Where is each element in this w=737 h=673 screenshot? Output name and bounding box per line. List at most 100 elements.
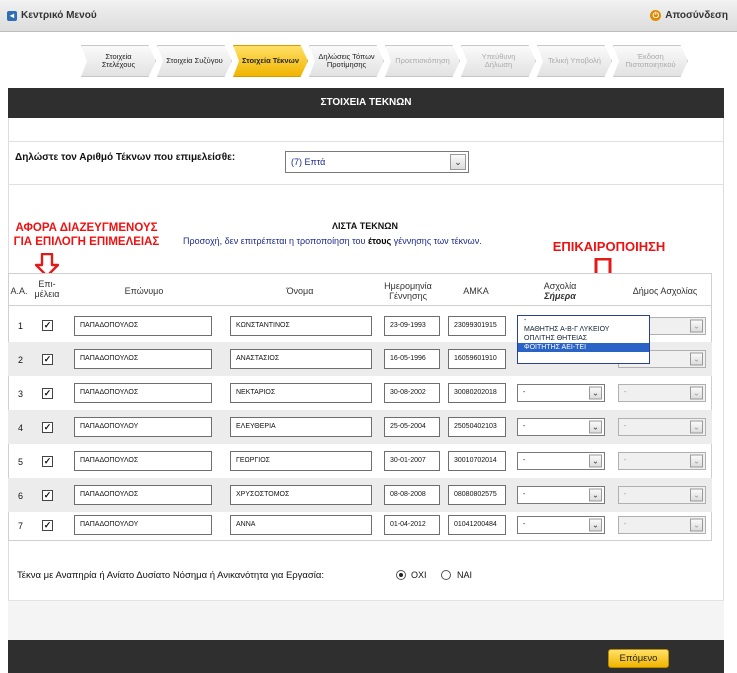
spacer-band xyxy=(8,600,724,640)
table-row: 6 ✓ ΠΑΠΑΔΟΠΟΥΛΟΣ ΧΡΥΣΟΣΤΟΜΟΣ 08-08-2008 … xyxy=(8,478,712,512)
divorced-note-line1: ΑΦΟΡΑ ΔΙΑΖΕΥΓΜΕΝΟΥΣ xyxy=(15,222,158,234)
chevron-down-icon: ⌄ xyxy=(690,386,703,400)
disability-yes-label: ΝΑΙ xyxy=(457,570,473,580)
col-birth-line2: Γέννησης xyxy=(389,291,427,301)
municipality-value: - xyxy=(624,423,627,430)
birthdate-input[interactable]: 01-04-2012 xyxy=(384,515,440,535)
municipality-value: - xyxy=(624,389,627,396)
surname-input[interactable]: ΠΑΠΑΔΟΠΟΥΛΟΣ xyxy=(74,451,212,471)
surname-input[interactable]: ΠΑΠΑΔΟΠΟΥΛΟΣ xyxy=(74,316,212,336)
col-custody-line2: μέλεια xyxy=(34,289,60,299)
row-number: 1 xyxy=(18,321,24,331)
occupation-dropdown-list: - ΜΑΘΗΤΗΣ Α-Β-Γ ΛΥΚΕΙΟΥ ΟΠΛΙΤΗΣ ΘΗΤΕΙΑΣ … xyxy=(517,315,650,364)
amka-input[interactable]: 01041200484 xyxy=(448,515,506,535)
children-count-label: Δηλώστε τον Αριθμό Τέκνων που επιμελείσθ… xyxy=(15,152,236,163)
amka-input[interactable]: 23099301915 xyxy=(448,316,506,336)
birthdate-input[interactable]: 16-05-1996 xyxy=(384,349,440,369)
chevron-down-icon: ⌄ xyxy=(589,518,602,532)
disability-label: Τέκνα με Αναπηρία ή Ανίατο Δυσίατο Νόσημ… xyxy=(17,570,325,581)
custody-checkbox[interactable]: ✓ xyxy=(42,354,53,365)
name-input[interactable]: ΝΕΚΤΑΡΙΟΣ xyxy=(230,383,372,403)
chevron-down-icon: ⌄ xyxy=(589,386,602,400)
occupation-select[interactable]: - ⌄ xyxy=(517,418,605,436)
name-input[interactable]: ΓΕΩΡΓΙΟΣ xyxy=(230,451,372,471)
birthdate-input[interactable]: 23-09-1993 xyxy=(384,316,440,336)
dropdown-option[interactable]: - xyxy=(518,316,649,325)
custody-checkbox[interactable]: ✓ xyxy=(42,520,53,531)
custody-checkbox[interactable]: ✓ xyxy=(42,388,53,399)
custody-checkbox[interactable]: ✓ xyxy=(42,320,53,331)
chevron-down-icon: ⌄ xyxy=(690,488,703,502)
col-municipality: Δήμος Ασχολίας xyxy=(632,286,698,296)
custody-checkbox[interactable]: ✓ xyxy=(42,422,53,433)
table-row: 3 ✓ ΠΑΠΑΔΟΠΟΥΛΟΣ ΝΕΚΤΑΡΙΟΣ 30-08-2002 30… xyxy=(8,376,712,410)
custody-checkbox[interactable]: ✓ xyxy=(42,456,53,467)
surname-input[interactable]: ΠΑΠΑΔΟΠΟΥΛΟΣ xyxy=(74,349,212,369)
table-header-divider xyxy=(8,305,712,306)
col-aa: Α.Α. xyxy=(10,286,28,296)
amka-input[interactable]: 30080202018 xyxy=(448,383,506,403)
amka-input[interactable]: 08080802575 xyxy=(448,485,506,505)
amka-input[interactable]: 25050402103 xyxy=(448,417,506,437)
step-spouse[interactable]: Στοιχεία Συζύγου xyxy=(157,45,232,77)
amka-input[interactable]: 30010702014 xyxy=(448,451,506,471)
divorced-note: ΑΦΟΡΑ ΔΙΑΖΕΥΓΜΕΝΟΥΣ ΓΙΑ ΕΠΙΛΟΓΗ ΕΠΙΜΕΛΕΙ… xyxy=(9,221,164,249)
step-officer[interactable]: Στοιχεία Στελέχους xyxy=(81,45,156,77)
surname-input[interactable]: ΠΑΠΑΔΟΠΟΥΛΟΣ xyxy=(74,383,212,403)
row-number: 7 xyxy=(18,521,24,531)
children-count-value: (7) Επτά xyxy=(291,157,326,167)
next-button[interactable]: Επόμενο xyxy=(608,649,669,668)
step-children[interactable]: Στοιχεία Τέκνων xyxy=(233,45,308,77)
birthdate-input[interactable]: 30-08-2002 xyxy=(384,383,440,403)
surname-input[interactable]: ΠΑΠΑΔΟΠΟΥΛΟΥ xyxy=(74,515,212,535)
disability-no-label: ΟΧΙ xyxy=(411,570,427,580)
municipality-select: - ⌄ xyxy=(618,418,706,436)
dropdown-option-highlighted[interactable]: ΦΟΙΤΗΤΗΣ ΑΕΙ-ΤΕΙ xyxy=(518,343,649,352)
home-link[interactable]: ◂ Κεντρικό Μενού xyxy=(7,10,97,21)
occupation-select[interactable]: - ⌄ xyxy=(517,486,605,504)
list-note-bold: έτους xyxy=(367,236,392,246)
table-row: 5 ✓ ΠΑΠΑΔΟΠΟΥΛΟΣ ΓΕΩΡΓΙΟΣ 30-01-2007 300… xyxy=(8,444,712,478)
birthdate-input[interactable]: 08-08-2008 xyxy=(384,485,440,505)
children-count-select[interactable]: (7) Επτά ⌄ xyxy=(285,151,469,173)
section-title: ΣΤΟΙΧΕΙΑ ΤΕΚΝΩΝ xyxy=(8,88,724,118)
custody-checkbox[interactable]: ✓ xyxy=(42,490,53,501)
table-row: 4 ✓ ΠΑΠΑΔΟΠΟΥΛΟΥ ΕΛΕΥΘΕΡΙΑ 25-05-2004 25… xyxy=(8,410,712,444)
chevron-down-icon: ⌄ xyxy=(690,518,703,532)
surname-input[interactable]: ΠΑΠΑΔΟΠΟΥΛΟΥ xyxy=(74,417,212,437)
dropdown-option[interactable]: ΟΠΛΙΤΗΣ ΘΗΤΕΙΑΣ xyxy=(518,334,649,343)
surname-input[interactable]: ΠΑΠΑΔΟΠΟΥΛΟΣ xyxy=(74,485,212,505)
divorced-note-line2: ΓΙΑ ΕΠΙΛΟΓΗ ΕΠΙΜΕΛΕΙΑΣ xyxy=(13,236,160,248)
amka-input[interactable]: 16059601910 xyxy=(448,349,506,369)
step-preview: Προεπισκόπηση xyxy=(385,45,460,77)
col-amka: ΑΜΚΑ xyxy=(463,286,489,296)
col-birth-line1: Ημερομηνία xyxy=(384,281,432,291)
birthdate-input[interactable]: 25-05-2004 xyxy=(384,417,440,437)
name-input[interactable]: ΑΝΝΑ xyxy=(230,515,372,535)
occupation-select[interactable]: - ⌄ xyxy=(517,452,605,470)
home-label: Κεντρικό Μενού xyxy=(21,10,97,21)
occupation-value: - xyxy=(523,423,526,430)
birthdate-input[interactable]: 30-01-2007 xyxy=(384,451,440,471)
col-custody-line1: Επι- xyxy=(38,279,56,289)
row-number: 3 xyxy=(18,389,24,399)
disability-no-radio[interactable] xyxy=(396,570,406,580)
dropdown-option[interactable]: ΜΑΘΗΤΗΣ Α-Β-Γ ΛΥΚΕΙΟΥ xyxy=(518,325,649,334)
occupation-select[interactable]: - ⌄ xyxy=(517,516,605,534)
name-input[interactable]: ΑΝΑΣΤΑΣΙΟΣ xyxy=(230,349,372,369)
municipality-select: - ⌄ xyxy=(618,384,706,402)
chevron-down-icon: ⌄ xyxy=(589,420,602,434)
row-number: 6 xyxy=(18,491,24,501)
row-number: 4 xyxy=(18,423,24,433)
divider xyxy=(8,184,724,185)
divider xyxy=(8,141,724,142)
disability-yes-radio[interactable] xyxy=(441,570,451,580)
occupation-select[interactable]: - ⌄ xyxy=(517,384,605,402)
name-input[interactable]: ΕΛΕΥΘΕΡΙΑ xyxy=(230,417,372,437)
logout-link[interactable]: ⏻ Αποσύνδεση xyxy=(650,10,728,21)
step-preferences[interactable]: Δηλώσεις Τόπων Προτίμησης xyxy=(309,45,384,77)
col-occupation-line1: Ασχολία xyxy=(543,281,577,291)
row-number: 2 xyxy=(18,355,24,365)
name-input[interactable]: ΧΡΥΣΟΣΤΟΜΟΣ xyxy=(230,485,372,505)
name-input[interactable]: ΚΩΝΣΤΑΝΤΙΝΟΣ xyxy=(230,316,372,336)
